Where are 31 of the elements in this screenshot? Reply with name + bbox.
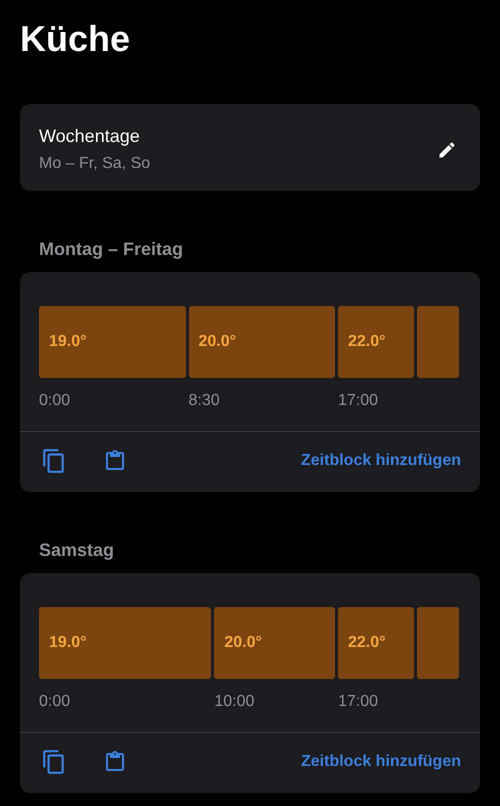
temperature-label: 22.0° [348,333,386,351]
card-title: Wochentage [39,126,141,147]
weekdays-card[interactable]: Wochentage Mo – Fr, Sa, So [20,104,480,191]
time-block[interactable]: 20.0° [214,607,335,679]
pencil-icon [437,140,457,160]
time-block[interactable]: 19.0° [39,607,212,679]
clipboard-icon [103,449,127,473]
add-time-block-link[interactable]: Zeitblock hinzufügen [301,753,461,771]
temperature-label: 20.0° [224,634,262,652]
temperature-label: 20.0° [198,333,236,351]
section-heading: Montag – Freitag [39,239,184,260]
copy-icon [41,749,67,775]
time-block[interactable]: 22.0° [338,306,414,378]
time-block[interactable]: 22.0° [338,607,414,679]
time-label: 17:00 [338,392,378,409]
temperature-label: 22.0° [348,634,386,652]
time-label: 8:30 [188,392,220,409]
temperature-label: 19.0° [49,634,87,652]
time-block[interactable]: 19.0° [39,306,186,378]
section-heading: Samstag [39,540,116,561]
time-label: 10:00 [214,693,254,710]
time-label: 17:00 [338,693,378,710]
add-time-block-link[interactable]: Zeitblock hinzufügen [301,452,461,470]
clipboard-icon [103,750,127,774]
time-label: 0:00 [39,693,70,710]
copy-icon [41,448,67,474]
page-title: Küche [20,17,132,61]
card-subtitle: Mo – Fr, Sa, So [39,155,152,173]
temperature-label: 19.0° [49,333,87,351]
time-block[interactable]: 20.0° [188,306,335,378]
time-label: 0:00 [39,392,70,409]
